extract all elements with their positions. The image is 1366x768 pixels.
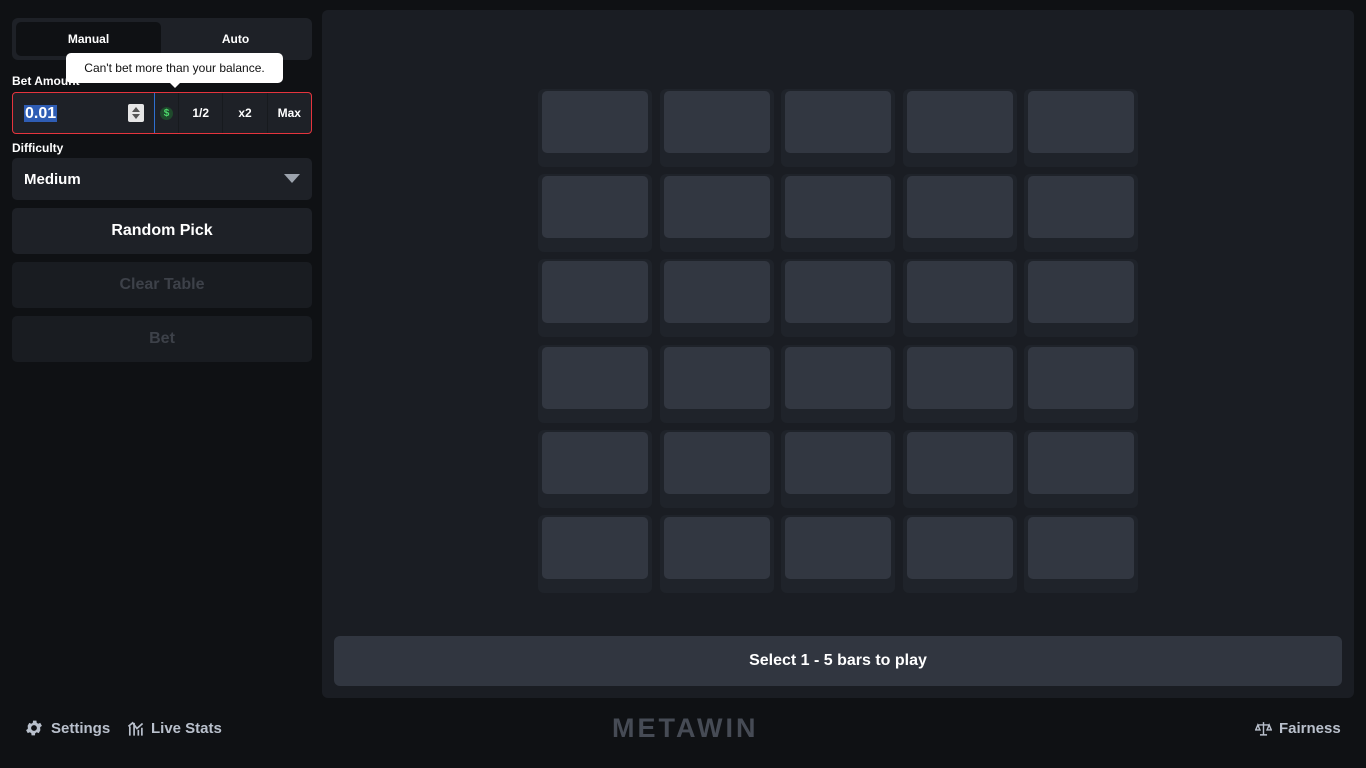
bar-face [906,91,1013,153]
bar-tile[interactable] [781,344,895,423]
balance-error-tooltip: Can't bet more than your balance. [66,53,283,88]
bar-tile[interactable] [781,429,895,508]
bar-tile[interactable] [902,174,1017,253]
bar-tile[interactable] [902,259,1017,338]
fairness-label: Fairness [1279,719,1341,737]
bar-face [663,176,770,239]
bar-face [542,91,648,153]
bar-tile[interactable] [781,89,895,167]
bar-face [785,431,891,494]
bar-face [785,517,891,579]
bar-face [1028,517,1134,579]
bar-face [906,517,1013,579]
currency-indicator: $ [154,93,178,133]
bar-tile[interactable] [781,259,895,338]
live-stats-label: Live Stats [151,719,222,737]
bar-tile[interactable] [1024,89,1138,167]
bar-face [906,176,1013,239]
double-bet-button[interactable]: x2 [222,93,266,133]
bar-tile[interactable] [659,89,774,167]
bar-tile[interactable] [659,515,774,593]
bar-tile[interactable] [902,515,1017,593]
bar-tile[interactable] [1024,515,1138,593]
bar-tile[interactable] [1024,429,1138,508]
bar-tile[interactable] [1024,344,1138,423]
bar-face [906,261,1013,324]
bar-face [663,431,770,494]
settings-label: Settings [51,719,111,737]
settings-link[interactable]: Settings [24,716,110,740]
tab-manual[interactable]: Manual [16,22,161,56]
bar-tile[interactable] [902,429,1017,508]
bar-tile[interactable] [538,515,652,593]
bar-tile[interactable] [781,174,895,253]
bet-amount-value[interactable]: 0.01 [24,104,58,122]
number-spinner-icon[interactable] [128,104,144,122]
bar-face [663,346,770,409]
bar-tile[interactable] [538,429,652,508]
game-board: Select 1 - 5 bars to play [322,10,1354,698]
bar-tile[interactable] [1024,174,1138,253]
bar-tile[interactable] [659,344,774,423]
gear-icon [26,720,42,736]
bar-face [542,176,648,239]
bar-tile[interactable] [659,259,774,338]
scale-icon [1255,721,1272,736]
bar-face [1028,176,1134,239]
tab-auto[interactable]: Auto [163,22,308,56]
bar-face [663,91,770,153]
bar-face [542,517,648,579]
bar-face [542,346,648,409]
bar-face [663,261,770,324]
bar-face [785,346,891,409]
bar-tile[interactable] [659,429,774,508]
bar-tile[interactable] [538,174,652,253]
bar-tile[interactable] [902,89,1017,167]
bar-face [1028,261,1134,324]
bar-tile[interactable] [902,344,1017,423]
bar-tile[interactable] [538,89,652,167]
bar-face [1028,346,1134,409]
bar-face [542,431,648,494]
caret-down-icon [284,174,300,183]
bet-amount-input[interactable]: 0.01 [13,93,154,133]
bar-face [663,517,770,579]
bar-chart-icon [127,721,144,736]
bet-button[interactable]: Bet [12,316,312,362]
dollar-icon: $ [160,106,173,120]
bar-tile[interactable] [781,515,895,593]
bar-face [906,346,1013,409]
random-pick-button[interactable]: Random Pick [12,208,312,254]
clear-table-button[interactable]: Clear Table [12,262,312,308]
spin-down-icon[interactable] [132,114,140,119]
max-bet-button[interactable]: Max [266,93,311,133]
bar-face [785,91,891,153]
bar-tile[interactable] [659,174,774,253]
metawin-logo: METAWIN [612,713,759,743]
bar-face [1028,431,1134,494]
spin-up-icon[interactable] [132,107,140,112]
bar-face [1028,91,1134,153]
bet-control-panel: Manual Auto Can't bet more than your bal… [12,18,312,362]
difficulty-label: Difficulty [12,141,64,155]
live-stats-link[interactable]: Live Stats [127,716,222,740]
bar-face [785,261,891,324]
fairness-link[interactable]: Fairness [1255,716,1341,740]
bar-tile[interactable] [538,344,652,423]
bar-face [785,176,891,239]
status-message: Select 1 - 5 bars to play [334,636,1342,686]
difficulty-value: Medium [24,170,81,188]
bar-tile[interactable] [1024,259,1138,338]
bar-face [906,431,1013,494]
bar-face [542,261,648,324]
bar-tile[interactable] [538,259,652,338]
bet-amount-row: 0.01 $ 1/2 x2 Max [12,92,312,134]
difficulty-select[interactable]: Medium [12,158,312,200]
half-bet-button[interactable]: 1/2 [178,93,222,133]
